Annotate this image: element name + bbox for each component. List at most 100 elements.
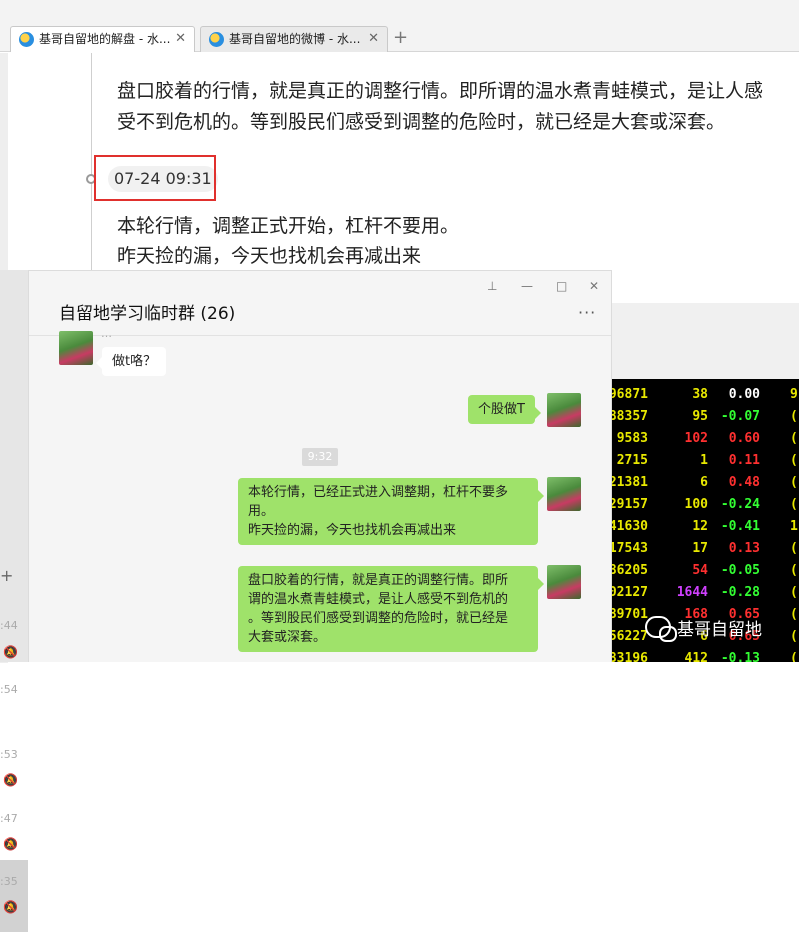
new-tab-button[interactable]: + [393,26,408,50]
wechat-watermark: 基哥自留地 [645,612,762,642]
stock-row: 02127 1644 -0.28 ( [608,582,799,604]
stock-change: -0.13 [720,651,760,662]
chat-list-sidebar: + :44 🔕 :54 :53 🔕 :47 🔕 :35 🔕 [0,270,28,932]
stock-row: 9583 102 0.60 ( [608,428,799,450]
message-line: 。等到股民们感受到调整的危险时，就已经是 [248,611,509,626]
chat-header-divider [29,335,611,336]
stock-change: 0.48 [728,475,760,490]
stock-next-col: 1 [790,519,798,534]
stock-current-volume: 54 [692,563,708,578]
stock-current-volume: 102 [684,431,708,446]
stock-change: 0.00 [728,387,760,402]
avatar[interactable] [547,393,581,427]
stock-volume: 86205 [608,563,648,578]
add-chat-button[interactable]: + [0,566,13,585]
chat-title: 自留地学习临时群 (26) [59,304,236,324]
stock-next-col: ( [790,431,798,446]
quote-panel-header [608,303,799,379]
tab-weibo[interactable]: 基哥自留地的微博 - 水... ✕ [200,26,388,52]
stock-change: -0.28 [720,585,760,600]
avatar[interactable] [547,477,581,511]
sender-name: … [101,327,112,340]
stock-change: -0.41 [720,519,760,534]
wechat-logo-icon [645,616,677,642]
chat-list-time: :44 [0,619,18,632]
stock-volume: 17543 [608,541,648,556]
mute-bell-icon: 🔕 [3,900,18,914]
minimize-button[interactable]: — [521,279,533,293]
pin-icon[interactable]: ⊥ [487,279,497,293]
chat-list-time: :53 [0,748,18,761]
stock-volume: 9583 [616,431,648,446]
message-line: 本轮行情，已经正式进入调整期，杠杆不要多 [248,485,509,500]
message-line: 谓的温水煮青蛙模式，是让人感受不到危机的 [248,592,509,607]
stock-current-volume: 1644 [676,585,708,600]
stock-row: 41630 12 -0.41 1 [608,516,799,538]
selected-chat-item[interactable] [0,860,28,932]
tab-close-icon[interactable]: ✕ [175,27,186,51]
stock-volume: 88357 [608,409,648,424]
close-button[interactable]: ✕ [589,279,599,293]
more-options-icon[interactable]: ··· [578,303,596,322]
tab-close-icon[interactable]: ✕ [368,27,379,51]
stock-volume: 02127 [608,585,648,600]
stock-volume: 83196 [608,651,648,662]
stock-next-col: ( [790,497,798,512]
stock-row: 83196 412 -0.13 ( [608,648,799,662]
stock-row: 17543 17 0.13 ( [608,538,799,560]
stock-change: -0.24 [720,497,760,512]
stock-next-col: ( [790,629,798,644]
browser-tab-strip: 基哥自留地的解盘 - 水... ✕ 基哥自留地的微博 - 水... ✕ + [0,0,799,52]
stock-next-col: ( [790,607,798,622]
chat-list-time: :47 [0,812,18,825]
article-paragraph-line: 盘口胶着的行情，就是真正的调整行情。即所谓的温水煮青蛙模式，是让人感 [117,80,764,102]
stock-change: 0.11 [728,453,760,468]
message-line: 盘口胶着的行情，就是真正的调整行情。即所 [248,573,509,588]
article-paragraph-line: 受不到危机的。等到股民们感受到调整的危险时，就已经是大套或深套。 [117,111,726,133]
avatar[interactable] [59,331,93,365]
stock-current-volume: 12 [692,519,708,534]
stock-current-volume: 1 [700,453,708,468]
article-paragraph-line: 昨天捡的漏，今天也找机会再减出来 [117,245,422,267]
stock-row: 29157 100 -0.24 ( [608,494,799,516]
message-bubble-incoming[interactable]: 做t咯？ [95,347,167,376]
stock-next-col: ( [790,453,798,468]
message-bubble-outgoing[interactable]: 个股做T [468,395,541,424]
message-bubble-outgoing[interactable]: 盘口胶着的行情，就是真正的调整行情。即所 谓的温水煮青蛙模式，是让人感受不到危机… [238,566,544,652]
stock-next-col: ( [790,541,798,556]
mute-bell-icon: 🔕 [3,837,18,851]
stock-change: -0.07 [720,409,760,424]
tab-label: 基哥自留地的解盘 - 水... [39,32,171,46]
stock-volume: 2715 [616,453,648,468]
stock-next-col: 9 [790,387,798,402]
stock-next-col: ( [790,585,798,600]
stock-current-volume: 38 [692,387,708,402]
timeline-line [91,53,92,273]
maximize-button[interactable]: □ [556,279,567,293]
stock-volume: 29157 [608,497,648,512]
article-paragraph-line: 本轮行情，调整正式开始，杠杆不要用。 [117,215,460,237]
chat-window: ⊥ — □ ✕ 自留地学习临时群 (26) ··· … 做t咯？ 个股做T 9:… [28,270,612,662]
stock-current-volume: 17 [692,541,708,556]
mute-bell-icon: 🔕 [3,645,18,659]
mute-bell-icon: 🔕 [3,773,18,787]
avatar[interactable] [547,565,581,599]
highlight-box [94,155,216,201]
chat-list-time: :35 [0,875,18,888]
stock-current-volume: 6 [700,475,708,490]
message-bubble-outgoing[interactable]: 本轮行情，已经正式进入调整期，杠杆不要多 用。 昨天捡的漏，今天也找机会再减出来 [238,478,544,545]
message-timestamp: 9:32 [302,448,338,466]
message-line: 昨天捡的漏，今天也找机会再减出来 [248,523,457,538]
stock-volume: 56227 [608,629,648,644]
browser-favicon-icon [19,32,34,47]
tab-jiepan[interactable]: 基哥自留地的解盘 - 水... ✕ [10,26,195,52]
browser-favicon-icon [209,32,224,47]
stock-row: 96871 38 0.00 9 [608,384,799,406]
message-line: 用。 [248,504,275,519]
stock-volume: 96871 [608,387,648,402]
stock-next-col: ( [790,409,798,424]
stock-next-col: ( [790,475,798,490]
stock-row: 2715 1 0.11 ( [608,450,799,472]
stock-volume: 89701 [608,607,648,622]
stock-current-volume: 412 [684,651,708,662]
